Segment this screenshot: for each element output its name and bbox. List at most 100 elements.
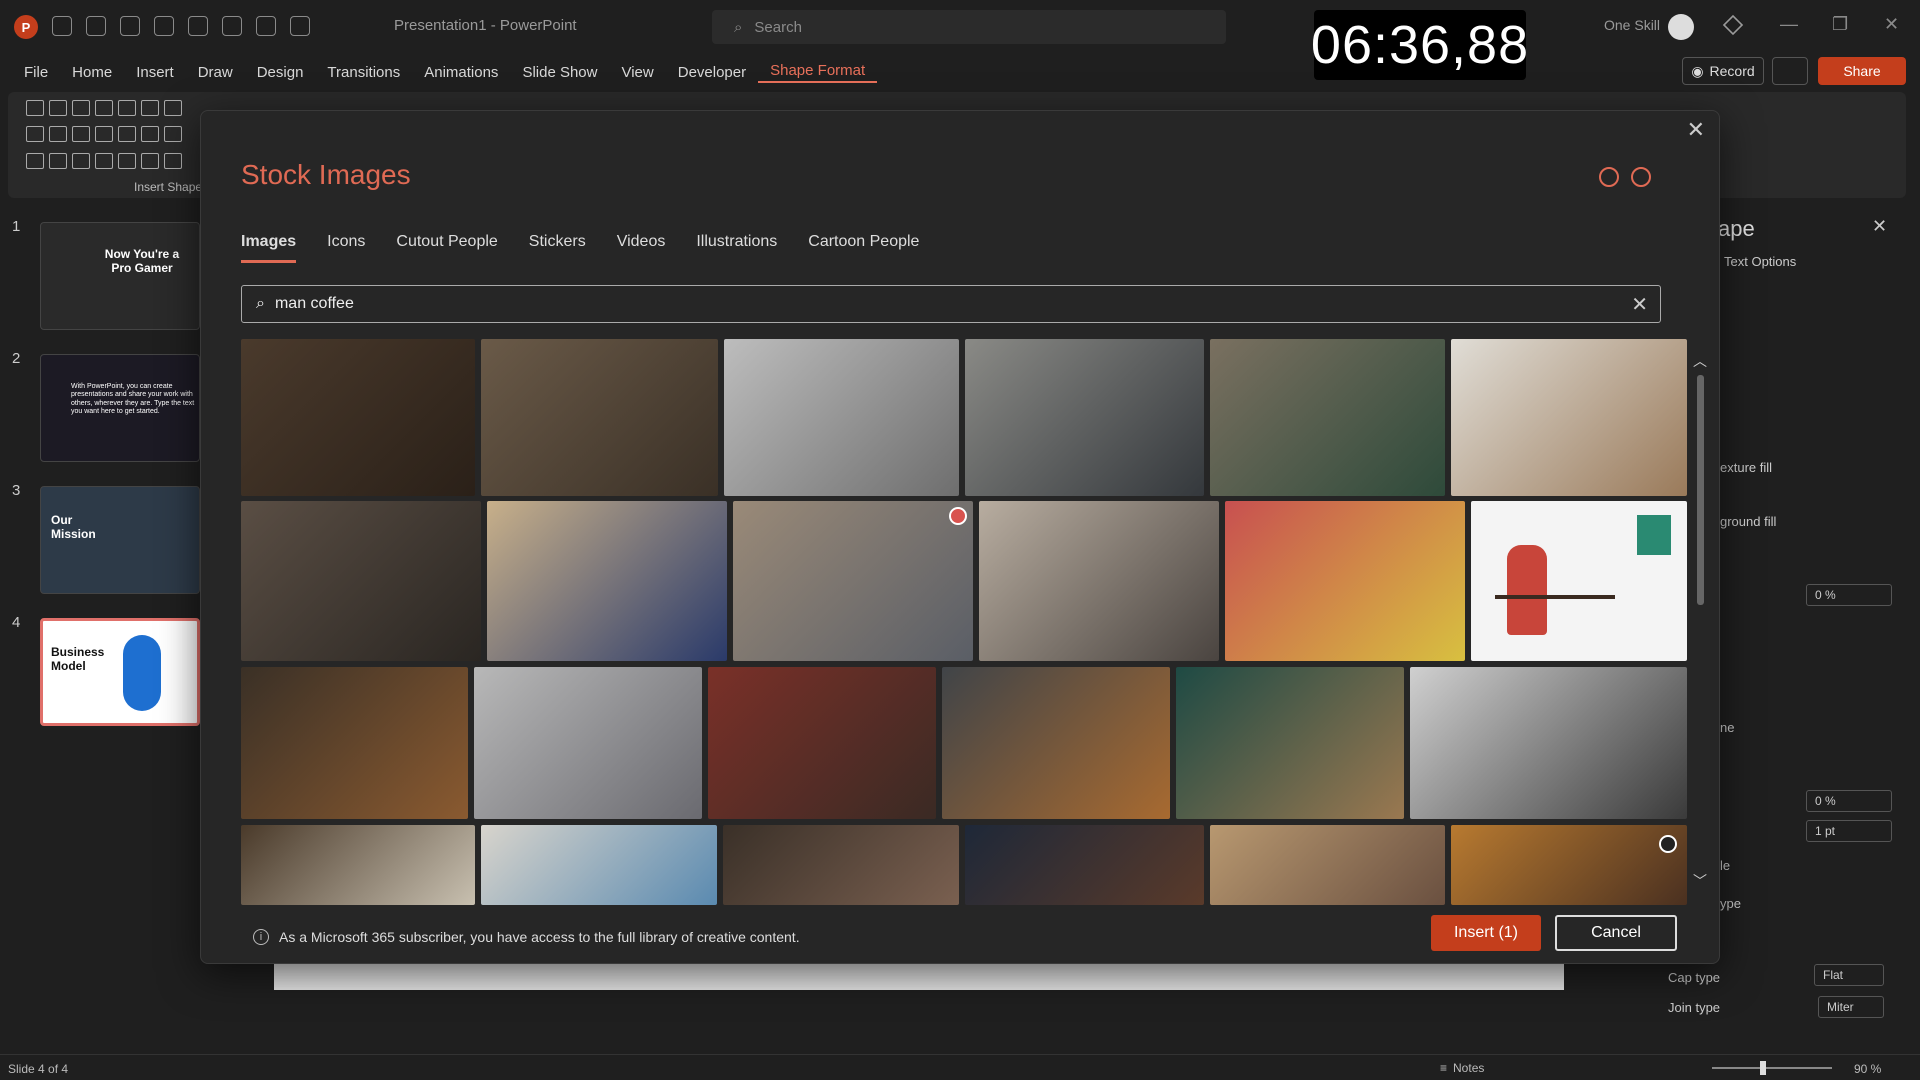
fill-icon[interactable]	[256, 16, 276, 36]
align-icon[interactable]	[188, 16, 208, 36]
image-result[interactable]	[1176, 667, 1404, 819]
tab-illustrations[interactable]: Illustrations	[696, 233, 777, 263]
tab-shape-format[interactable]: Shape Format	[758, 62, 878, 83]
image-result[interactable]	[241, 667, 468, 819]
image-result[interactable]	[979, 501, 1219, 661]
image-result[interactable]	[241, 825, 475, 905]
title-search-box[interactable]: ⌕ Search	[712, 10, 1226, 44]
record-button[interactable]: ◉ Record	[1682, 57, 1764, 85]
transparency-input[interactable]: 0 %	[1806, 584, 1892, 606]
image-result[interactable]	[965, 825, 1204, 905]
text-options-tab[interactable]: Text Options	[1724, 254, 1796, 269]
tab-cartoon-people[interactable]: Cartoon People	[808, 233, 919, 263]
zoom-slider[interactable]	[1712, 1067, 1832, 1069]
shape-icon[interactable]	[72, 152, 90, 169]
image-result[interactable]	[481, 339, 718, 496]
shape-icon[interactable]	[164, 126, 182, 143]
tab-images[interactable]: Images	[241, 233, 297, 263]
shape-icon[interactable]	[95, 100, 113, 116]
shape-icon[interactable]	[118, 100, 136, 116]
shape-icon[interactable]	[95, 152, 113, 169]
scroll-up-icon[interactable]: ︿	[1693, 351, 1707, 371]
image-result[interactable]	[241, 339, 475, 496]
cancel-button[interactable]: Cancel	[1555, 915, 1677, 951]
close-window-icon[interactable]: ✕	[1884, 14, 1899, 35]
results-scrollbar[interactable]: ︿ ﹀	[1693, 351, 1707, 891]
notes-button[interactable]: ≡ Notes	[1440, 1061, 1484, 1075]
tab-home[interactable]: Home	[60, 64, 124, 81]
image-icon[interactable]	[86, 16, 106, 36]
zoom-level[interactable]: 90 %	[1854, 1062, 1881, 1076]
shapes-gallery[interactable]	[26, 100, 186, 176]
image-result[interactable]	[1410, 667, 1687, 819]
image-result[interactable]	[241, 501, 481, 661]
image-result[interactable]	[481, 825, 717, 905]
shape-icon[interactable]	[49, 126, 67, 143]
tab-stickers[interactable]: Stickers	[529, 233, 586, 263]
autosave-icon[interactable]	[52, 16, 72, 36]
shape-icon[interactable]	[72, 126, 90, 143]
stock-search-input[interactable]: ⌕ man coffee ✕	[241, 285, 1661, 323]
arrange-icon[interactable]	[290, 16, 310, 36]
tab-view[interactable]: View	[609, 64, 665, 81]
image-result[interactable]	[1210, 339, 1445, 496]
image-result[interactable]	[708, 667, 936, 819]
texture-fill-option[interactable]: exture fill	[1720, 460, 1772, 475]
shape-icon[interactable]	[49, 152, 67, 169]
tab-animations[interactable]: Animations	[412, 64, 510, 81]
share-button[interactable]: Share	[1818, 57, 1906, 85]
slide-thumbnail-3[interactable]: Our Mission	[40, 486, 200, 594]
frown-feedback-icon[interactable]	[1631, 167, 1651, 187]
image-result[interactable]	[1451, 339, 1687, 496]
shape-icon[interactable]	[118, 126, 136, 143]
tab-slide-show[interactable]: Slide Show	[510, 64, 609, 81]
minimize-icon[interactable]: —	[1780, 14, 1798, 35]
shape-icon[interactable]	[26, 100, 44, 116]
image-result[interactable]	[487, 501, 727, 661]
dialog-close-icon[interactable]: ✕	[1687, 117, 1705, 143]
shape-icon[interactable]	[141, 126, 159, 143]
close-pane-icon[interactable]: ✕	[1872, 216, 1887, 237]
image-result[interactable]	[965, 339, 1204, 496]
cap-type-select[interactable]: Flat	[1814, 964, 1884, 986]
crop-icon[interactable]	[222, 16, 242, 36]
tab-insert[interactable]: Insert	[124, 64, 186, 81]
tab-draw[interactable]: Draw	[186, 64, 245, 81]
tab-design[interactable]: Design	[245, 64, 316, 81]
tab-cutout-people[interactable]: Cutout People	[396, 233, 497, 263]
background-fill-option[interactable]: ground fill	[1720, 514, 1776, 529]
image-result[interactable]	[724, 339, 959, 496]
premium-diamond-icon[interactable]	[1722, 14, 1744, 36]
slide-thumbnail-2[interactable]: With PowerPoint, you can create presenta…	[40, 354, 200, 462]
shape-icon[interactable]	[141, 152, 159, 169]
shape-icon[interactable]	[72, 100, 90, 116]
image-result[interactable]	[1210, 825, 1445, 905]
scrollbar-thumb[interactable]	[1697, 375, 1704, 605]
scroll-down-icon[interactable]: ﹀	[1693, 871, 1707, 891]
clear-search-icon[interactable]: ✕	[1631, 292, 1648, 317]
slide-thumbnail-1[interactable]: Now You're a Pro Gamer	[40, 222, 200, 330]
shape-icon[interactable]	[141, 100, 159, 116]
slide-canvas[interactable]	[274, 962, 1564, 990]
image-result-illustration[interactable]	[1471, 501, 1687, 661]
image-result[interactable]	[474, 667, 702, 819]
line-width-input[interactable]: 1 pt	[1806, 820, 1892, 842]
smile-feedback-icon[interactable]	[1599, 167, 1619, 187]
account-name[interactable]: One Skill	[1604, 17, 1660, 33]
image-result[interactable]	[723, 825, 959, 905]
tab-developer[interactable]: Developer	[666, 64, 758, 81]
shape-icon[interactable]	[118, 152, 136, 169]
tab-file[interactable]: File	[12, 64, 60, 81]
slide-thumbnail-4[interactable]: Business Model	[40, 618, 200, 726]
line-transparency-input[interactable]: 0 %	[1806, 790, 1892, 812]
zoom-slider-handle[interactable]	[1760, 1061, 1766, 1075]
shape-icon[interactable]	[95, 126, 113, 143]
image-result[interactable]	[1451, 825, 1687, 905]
tab-videos[interactable]: Videos	[617, 233, 666, 263]
avatar[interactable]	[1668, 14, 1694, 40]
tab-transitions[interactable]: Transitions	[315, 64, 412, 81]
shape-icon[interactable]	[164, 152, 182, 169]
shape-icon[interactable]	[26, 126, 44, 143]
insert-button[interactable]: Insert (1)	[1431, 915, 1541, 951]
shape-icon[interactable]	[26, 152, 44, 169]
